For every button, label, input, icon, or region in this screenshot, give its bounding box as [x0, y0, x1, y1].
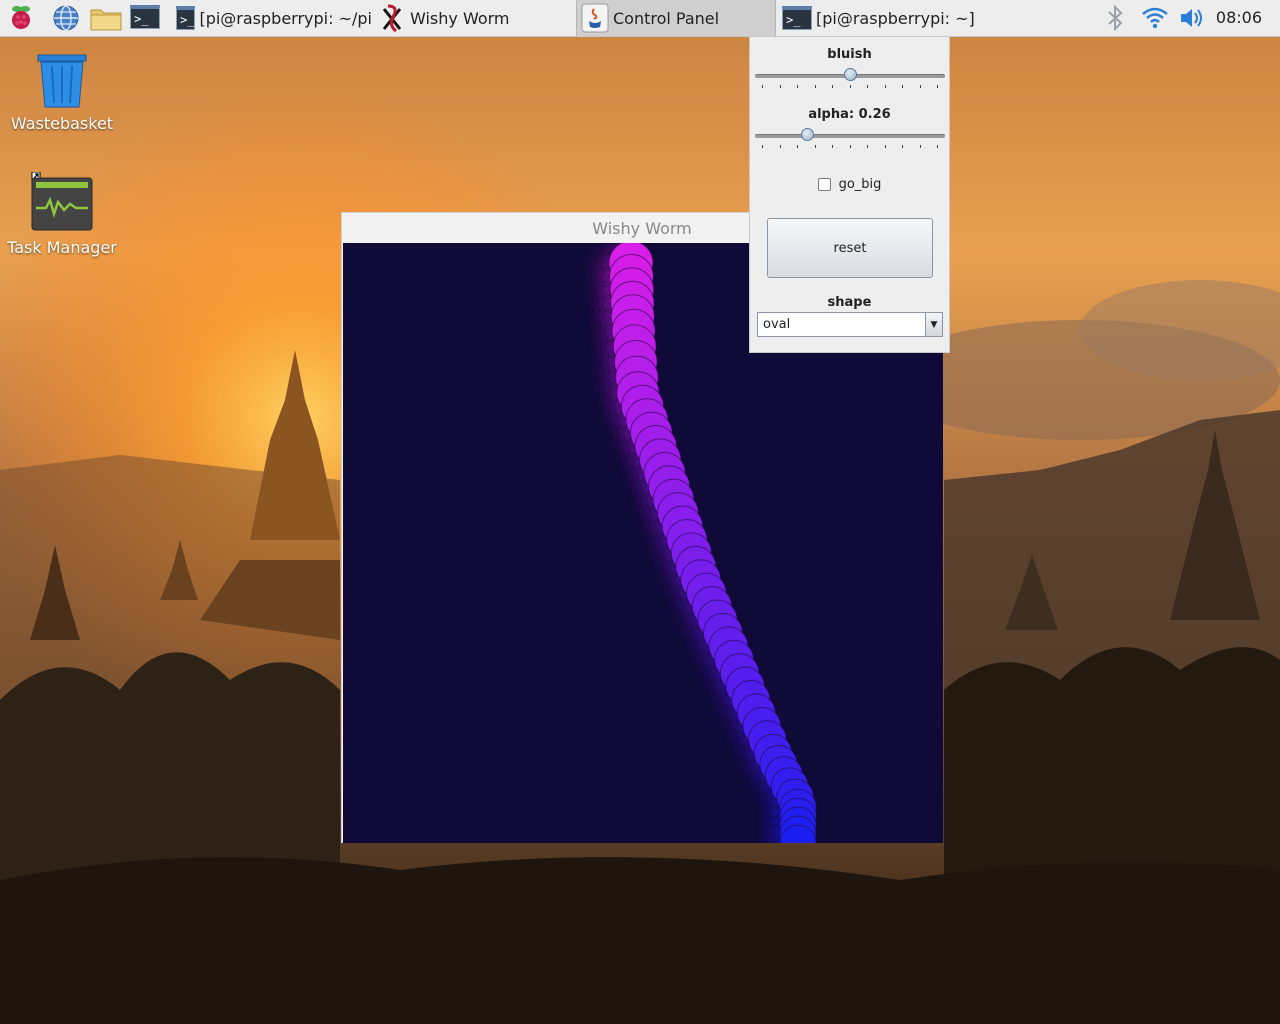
- taskbar: >_ >_ [pi@raspberrypi: ~/pi... Wishy Wor…: [0, 0, 1280, 37]
- task-manager-icon: [31, 172, 93, 231]
- desktop-icon-label: Wastebasket: [10, 114, 114, 133]
- control-panel: bluish alpha: 0.26 go_big reset shape ov…: [749, 36, 950, 353]
- slider-ticks: [762, 145, 938, 149]
- slider-track: [755, 134, 945, 138]
- task-label: Wishy Worm: [410, 8, 510, 28]
- clock[interactable]: 08:06: [1216, 8, 1262, 27]
- desktop-icon-wastebasket[interactable]: Wastebasket: [7, 52, 117, 133]
- bluish-slider[interactable]: [755, 68, 945, 90]
- bluish-label: bluish: [827, 47, 872, 62]
- taskbar-task-terminal-home[interactable]: >_ [pi@raspberrypi: ~]: [778, 0, 978, 36]
- java-icon: [581, 3, 609, 33]
- terminal-icon: >_: [782, 6, 812, 30]
- go-big-checkbox[interactable]: [817, 178, 831, 191]
- desktop-icon-label: Task Manager: [7, 238, 117, 257]
- trash-icon: [37, 54, 87, 108]
- slider-thumb[interactable]: [843, 68, 857, 81]
- slider-ticks: [762, 85, 938, 89]
- chevron-down-icon[interactable]: ▼: [925, 313, 942, 336]
- slider-thumb[interactable]: [801, 128, 815, 141]
- terminal-icon: >_: [130, 5, 160, 29]
- terminal-icon: >_: [176, 6, 196, 30]
- file-manager-icon[interactable]: [90, 4, 122, 32]
- shape-selected-value: oval: [763, 317, 791, 332]
- alpha-slider[interactable]: [755, 128, 945, 150]
- desktop-icon-task-manager[interactable]: Task Manager: [7, 172, 117, 257]
- go-big-label: go_big: [838, 177, 882, 192]
- task-label: [pi@raspberrypi: ~]: [816, 8, 975, 28]
- taskbar-task-control-panel[interactable]: Control Panel: [576, 0, 776, 36]
- taskbar-task-wishy-worm[interactable]: Wishy Worm: [374, 0, 574, 36]
- task-label: [pi@raspberrypi: ~/pi...: [199, 8, 372, 28]
- taskbar-task-terminal-pi[interactable]: >_ [pi@raspberrypi: ~/pi...: [172, 0, 372, 36]
- wifi-icon[interactable]: [1140, 4, 1170, 32]
- bluetooth-icon[interactable]: [1104, 4, 1126, 32]
- terminal-launcher-icon[interactable]: >_: [130, 5, 162, 33]
- volume-icon[interactable]: [1178, 4, 1206, 32]
- reset-button[interactable]: reset: [767, 218, 933, 278]
- shape-label: shape: [827, 295, 872, 310]
- processing-icon: [382, 4, 402, 33]
- task-label: Control Panel: [613, 8, 720, 28]
- raspberry-menu-icon[interactable]: [7, 4, 35, 32]
- alpha-label: alpha: 0.26: [808, 107, 891, 122]
- web-browser-icon[interactable]: [52, 4, 80, 32]
- shape-select[interactable]: oval ▼: [757, 312, 943, 337]
- go-big-row[interactable]: go_big: [750, 177, 949, 192]
